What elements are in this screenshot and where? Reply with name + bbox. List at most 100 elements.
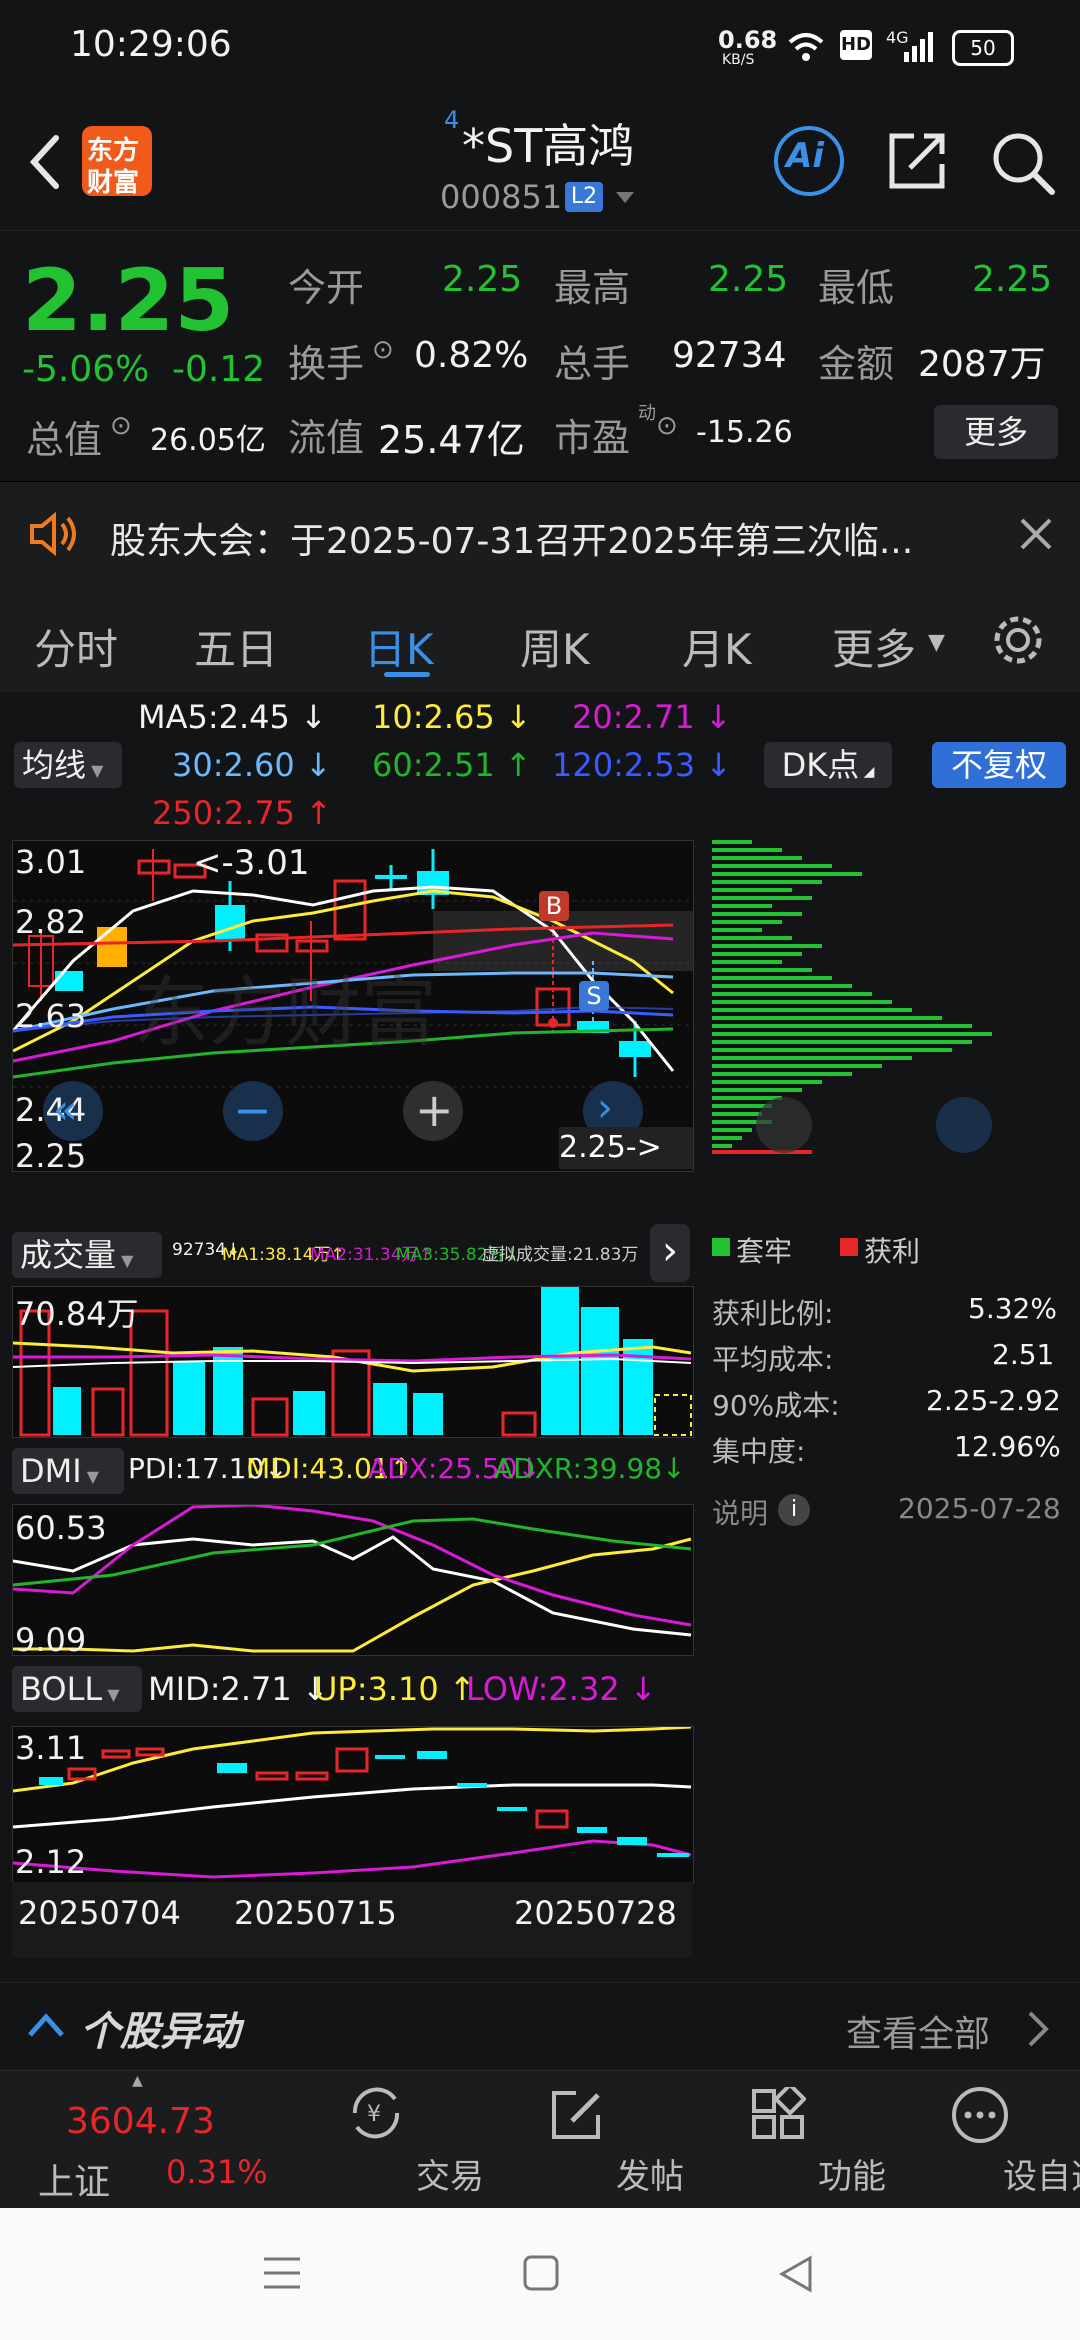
nav-add-watchlist[interactable]: 设自选 xyxy=(904,2071,1080,2209)
dmi-axis-label: 60.53 xyxy=(15,1509,107,1547)
high-value: 2.25 xyxy=(708,259,789,300)
turnover-label: 换手 xyxy=(288,342,365,386)
dmi-adx-line xyxy=(13,1505,692,1627)
section-title: 个股异动 xyxy=(80,2009,240,2055)
change-percent: -5.06% xyxy=(22,349,150,390)
scroll-right-icon[interactable]: › xyxy=(597,1085,613,1131)
index-ticker[interactable]: ▲ 3604.73 上证 0.31% xyxy=(0,2071,300,2209)
nav-functions[interactable]: 功能 xyxy=(702,2071,886,2209)
zoom-in-icon[interactable]: + xyxy=(415,1083,454,1137)
pe-type: 动 xyxy=(638,403,656,424)
info-icon[interactable]: i xyxy=(778,1494,810,1526)
nav-post[interactable]: 发帖 xyxy=(500,2071,684,2209)
date-label: 20250704 xyxy=(18,1894,181,1932)
speaker-icon xyxy=(30,512,76,556)
market-cap: 26.05亿 xyxy=(150,423,266,458)
search-icon[interactable] xyxy=(990,130,1056,196)
y-label: 2.63 xyxy=(15,997,87,1035)
close-icon[interactable] xyxy=(1018,516,1054,552)
y-label: 2.25 xyxy=(15,1137,87,1175)
trade-icon: ¥ xyxy=(352,2087,400,2139)
buy-marker[interactable]: B xyxy=(539,891,569,921)
ma-selector-button[interactable]: 均线 ▼ xyxy=(14,742,122,788)
chart-area: MA5:2.45 ↓ 10:2.65 ↓ 20:2.71 ↓ 均线 ▼ 30:2… xyxy=(0,692,1080,1982)
stock-name[interactable]: *ST高鸿 xyxy=(462,110,634,176)
chevron-right-icon[interactable] xyxy=(1026,2009,1050,2049)
notice-count: 4 xyxy=(444,106,460,134)
chevron-up-icon[interactable] xyxy=(26,2011,66,2039)
dmi-panel[interactable]: 60.53 9.09 xyxy=(12,1504,694,1659)
chip-stat-value: 2.25-2.92 xyxy=(926,1384,1061,1417)
dmi-axis-label: 9.09 xyxy=(15,1621,87,1659)
chip-note-link[interactable]: 说明 xyxy=(712,1492,768,1532)
boll-panel[interactable]: 3.11 2.12 xyxy=(12,1726,694,1884)
notice-text: 股东大会：于2025-07-31召开2025年第三次临... xyxy=(110,521,914,562)
ai-icon[interactable]: Ai xyxy=(774,126,844,196)
volume-value: 92734 xyxy=(672,335,787,376)
boll-up: UP:3.10 ↑ xyxy=(314,1670,476,1708)
clock: 10:29:06 xyxy=(70,24,232,65)
open-label: 今开 xyxy=(288,266,365,310)
nav-trade[interactable]: ¥ 交易 xyxy=(300,2071,484,2209)
open-value: 2.25 xyxy=(442,259,523,300)
adjust-mode-button[interactable]: 不复权 xyxy=(932,742,1066,788)
info-icon[interactable]: ⊙ xyxy=(110,411,132,441)
tab-more[interactable]: 更多 xyxy=(832,616,916,677)
kline-panel[interactable]: 东方财富 3.01 2.82 2.63 2.44 2.25 <-3.01 B S… xyxy=(12,840,694,1175)
more-arrow-icon: ▼ xyxy=(928,630,945,655)
tab-intraday[interactable]: 分时 xyxy=(34,616,118,677)
dmi-pdi-line xyxy=(13,1535,692,1637)
menu-icon[interactable] xyxy=(262,2256,302,2290)
dmi-mdi-line xyxy=(13,1537,692,1653)
dmi-indicator-button[interactable]: DMI ▼ xyxy=(12,1448,124,1494)
sell-marker[interactable]: S xyxy=(579,981,609,1011)
volume-label: 总手 xyxy=(554,342,631,386)
indicator-next-icon[interactable]: › xyxy=(650,1224,690,1282)
virtual-volume: 虚拟成交量:21.83万 xyxy=(482,1245,639,1265)
volume-indicator-button[interactable]: 成交量 ▼ xyxy=(12,1232,162,1278)
settings-icon[interactable] xyxy=(990,612,1046,668)
tab-five-day[interactable]: 五日 xyxy=(194,616,278,677)
watermark: 东方财富 xyxy=(133,968,437,1057)
period-tabs: 分时 五日 日K 周K 月K 更多 ▼ xyxy=(0,586,1080,693)
stock-abnormal-section: 个股异动 查看全部 xyxy=(0,1982,1080,2071)
l2-badge[interactable]: L2 xyxy=(565,182,603,212)
info-icon[interactable]: ⊙ xyxy=(372,335,394,365)
stock-code: 000851 xyxy=(440,178,563,216)
low-value: 2.25 xyxy=(972,259,1053,300)
amount-label: 金额 xyxy=(818,342,895,386)
amount-value: 2087万 xyxy=(918,344,1046,385)
info-icon[interactable]: ⊙ xyxy=(656,411,678,441)
tab-monthly-k[interactable]: 月K xyxy=(682,616,752,677)
app-logo[interactable]: 东方 财富 xyxy=(82,126,152,198)
date-axis: 20250704 20250715 20250728 xyxy=(12,1882,692,1958)
scroll-left-icon[interactable]: « xyxy=(53,1087,77,1133)
battery-icon: 50 xyxy=(952,30,1014,66)
tab-daily-k[interactable]: 日K xyxy=(364,616,434,677)
status-bar: 10:29:06 0.68 KB/S HD 4G 50 xyxy=(0,0,1080,90)
chip-stat-label: 平均成本: xyxy=(712,1343,834,1376)
boll-mid: MID:2.71 ↓ xyxy=(148,1670,329,1708)
share-icon[interactable] xyxy=(886,130,948,192)
more-button[interactable]: 更多 xyxy=(934,405,1058,459)
back-nav-icon[interactable] xyxy=(778,2254,814,2294)
dropdown-icon[interactable] xyxy=(614,190,636,206)
zoom-out-icon[interactable]: − xyxy=(233,1083,272,1137)
date-label: 20250715 xyxy=(234,1894,397,1932)
ma5-label: MA5:2.45 ↓ xyxy=(138,698,327,736)
trapped-legend: 套牢 xyxy=(736,1235,793,1268)
notice-bar[interactable]: 股东大会：于2025-07-31召开2025年第三次临... xyxy=(0,482,1080,586)
chip-distribution[interactable] xyxy=(708,840,1052,1170)
dk-point-button[interactable]: DK点 ◢ xyxy=(764,742,892,788)
boll-indicator-button[interactable]: BOLL ▼ xyxy=(12,1666,142,1712)
system-nav-bar xyxy=(0,2208,1080,2340)
home-icon[interactable] xyxy=(522,2254,560,2292)
view-all-link[interactable]: 查看全部 xyxy=(846,2005,990,2057)
hd-icon: HD xyxy=(840,30,872,60)
tab-weekly-k[interactable]: 周K xyxy=(520,616,590,677)
volume-panel[interactable]: 70.84万 xyxy=(12,1286,694,1438)
back-icon[interactable] xyxy=(26,134,62,190)
index-percent: 0.31% xyxy=(166,2153,268,2191)
caret-up-icon: ▲ xyxy=(132,2073,143,2089)
svg-text:¥: ¥ xyxy=(367,2102,381,2127)
